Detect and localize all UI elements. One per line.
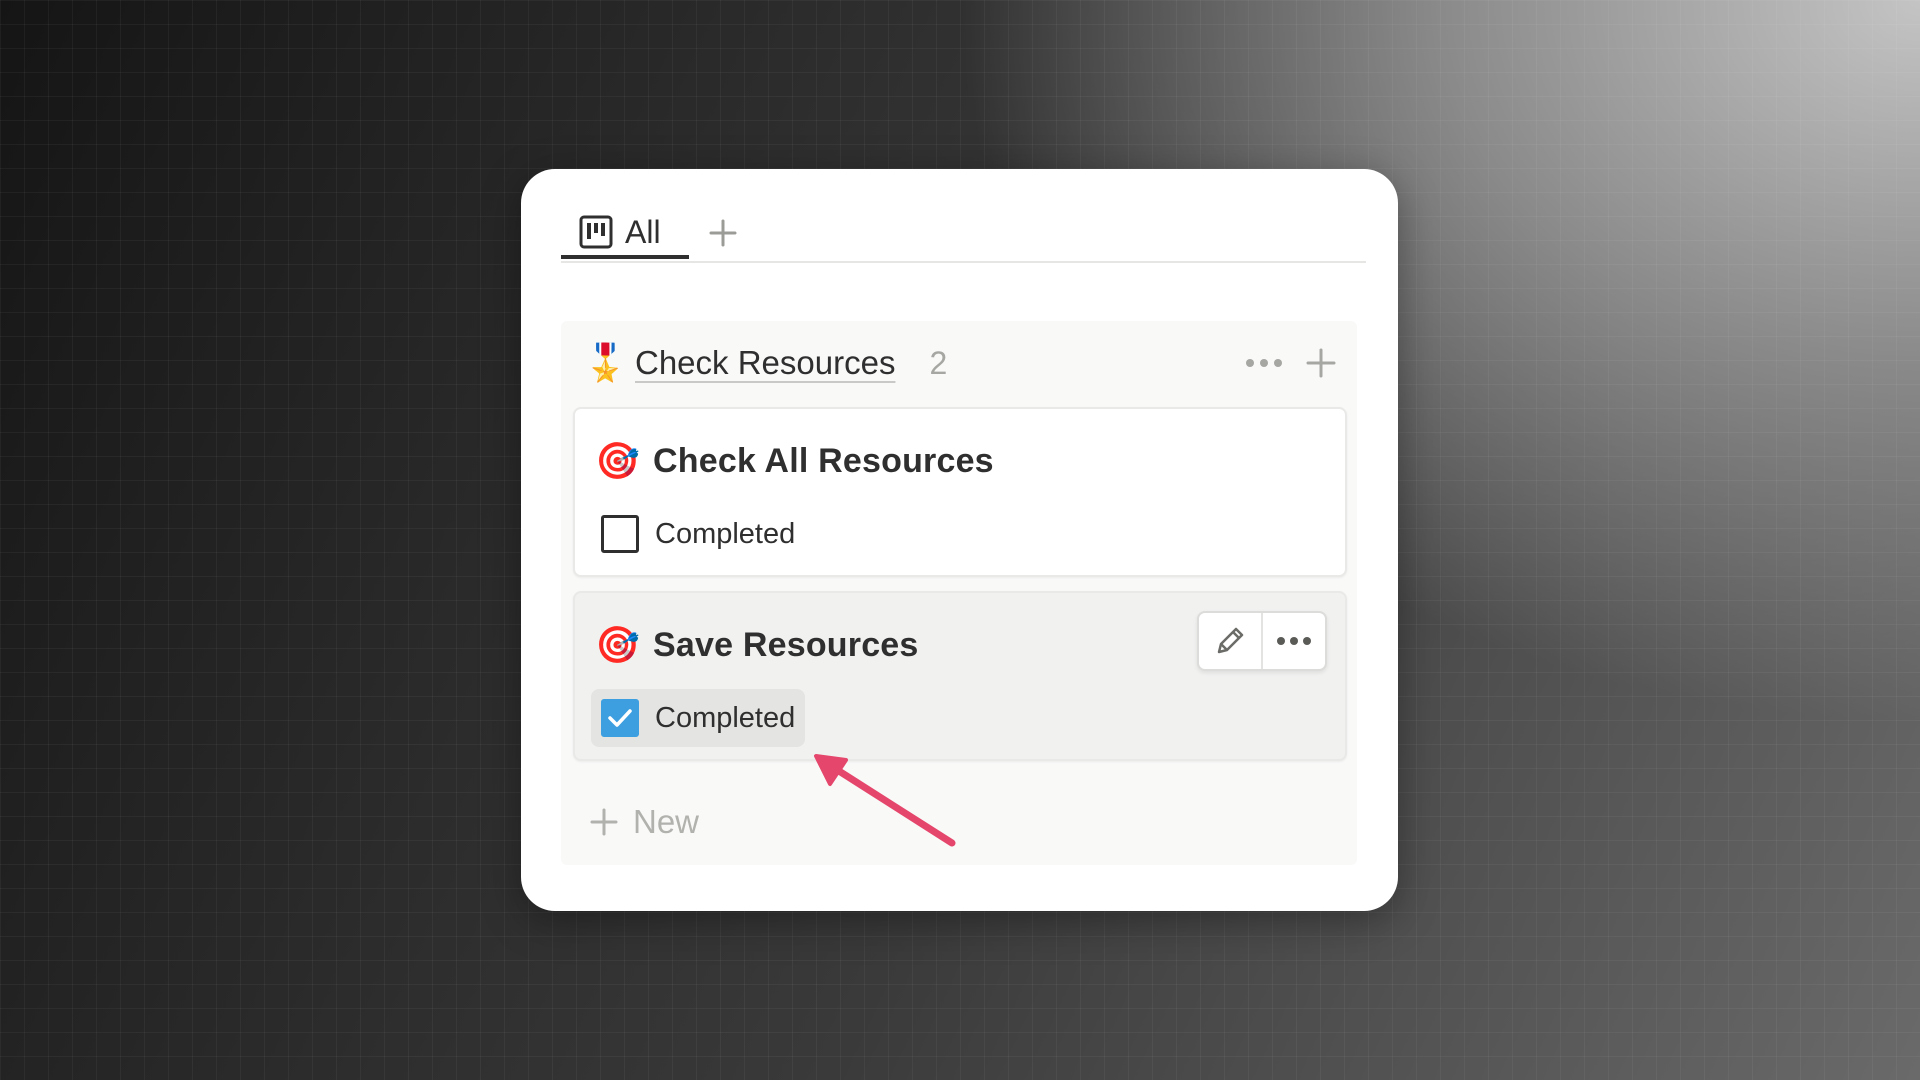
plus-icon	[709, 219, 737, 247]
completed-label: Completed	[655, 701, 796, 734]
task-card[interactable]: 🎯 Check All Resources Completed	[573, 407, 1347, 577]
board-panel: All 🎖️ Check Resources 2 🎯 Check All Res…	[521, 169, 1398, 911]
checkmark-icon	[608, 709, 632, 727]
pencil-icon	[1217, 627, 1244, 654]
column-count: 2	[929, 344, 948, 381]
column-more-button[interactable]	[1245, 357, 1283, 369]
more-icon	[1277, 637, 1311, 645]
column-actions	[1245, 337, 1337, 389]
completed-label: Completed	[655, 517, 796, 550]
task-title: Check All Resources	[653, 441, 994, 480]
edit-button[interactable]	[1199, 613, 1261, 669]
target-icon: 🎯	[595, 440, 640, 481]
new-item-label: New	[633, 803, 700, 840]
completed-property[interactable]: Completed	[591, 689, 806, 747]
column-title[interactable]: Check Resources	[635, 344, 895, 382]
task-title: Save Resources	[653, 625, 919, 664]
medal-icon: 🎖️	[583, 342, 628, 383]
task-title-row: 🎯 Save Resources	[595, 623, 919, 667]
target-icon: 🎯	[595, 624, 640, 665]
tab-all[interactable]: All	[561, 209, 689, 259]
view-tab-bar: All	[561, 209, 1366, 263]
completed-property[interactable]: Completed	[591, 505, 805, 563]
column-header: 🎖️ Check Resources 2	[583, 337, 1337, 389]
completed-checkbox[interactable]	[601, 699, 639, 737]
task-title-row: 🎯 Check All Resources	[595, 439, 994, 483]
tab-label: All	[625, 213, 661, 250]
task-card[interactable]: 🎯 Save Resources Completed	[573, 591, 1347, 761]
board-icon	[579, 215, 613, 249]
plus-icon	[590, 808, 618, 836]
column-add-button[interactable]	[1305, 347, 1337, 379]
card-more-button[interactable]	[1261, 613, 1325, 669]
add-view-button[interactable]	[705, 215, 741, 251]
plus-icon	[1306, 348, 1336, 378]
board-column: 🎖️ Check Resources 2 🎯 Check All Resourc…	[561, 321, 1357, 865]
more-icon	[1246, 359, 1282, 367]
new-item-button[interactable]: New	[589, 797, 699, 847]
card-hover-actions	[1197, 611, 1327, 671]
completed-checkbox[interactable]	[601, 515, 639, 553]
